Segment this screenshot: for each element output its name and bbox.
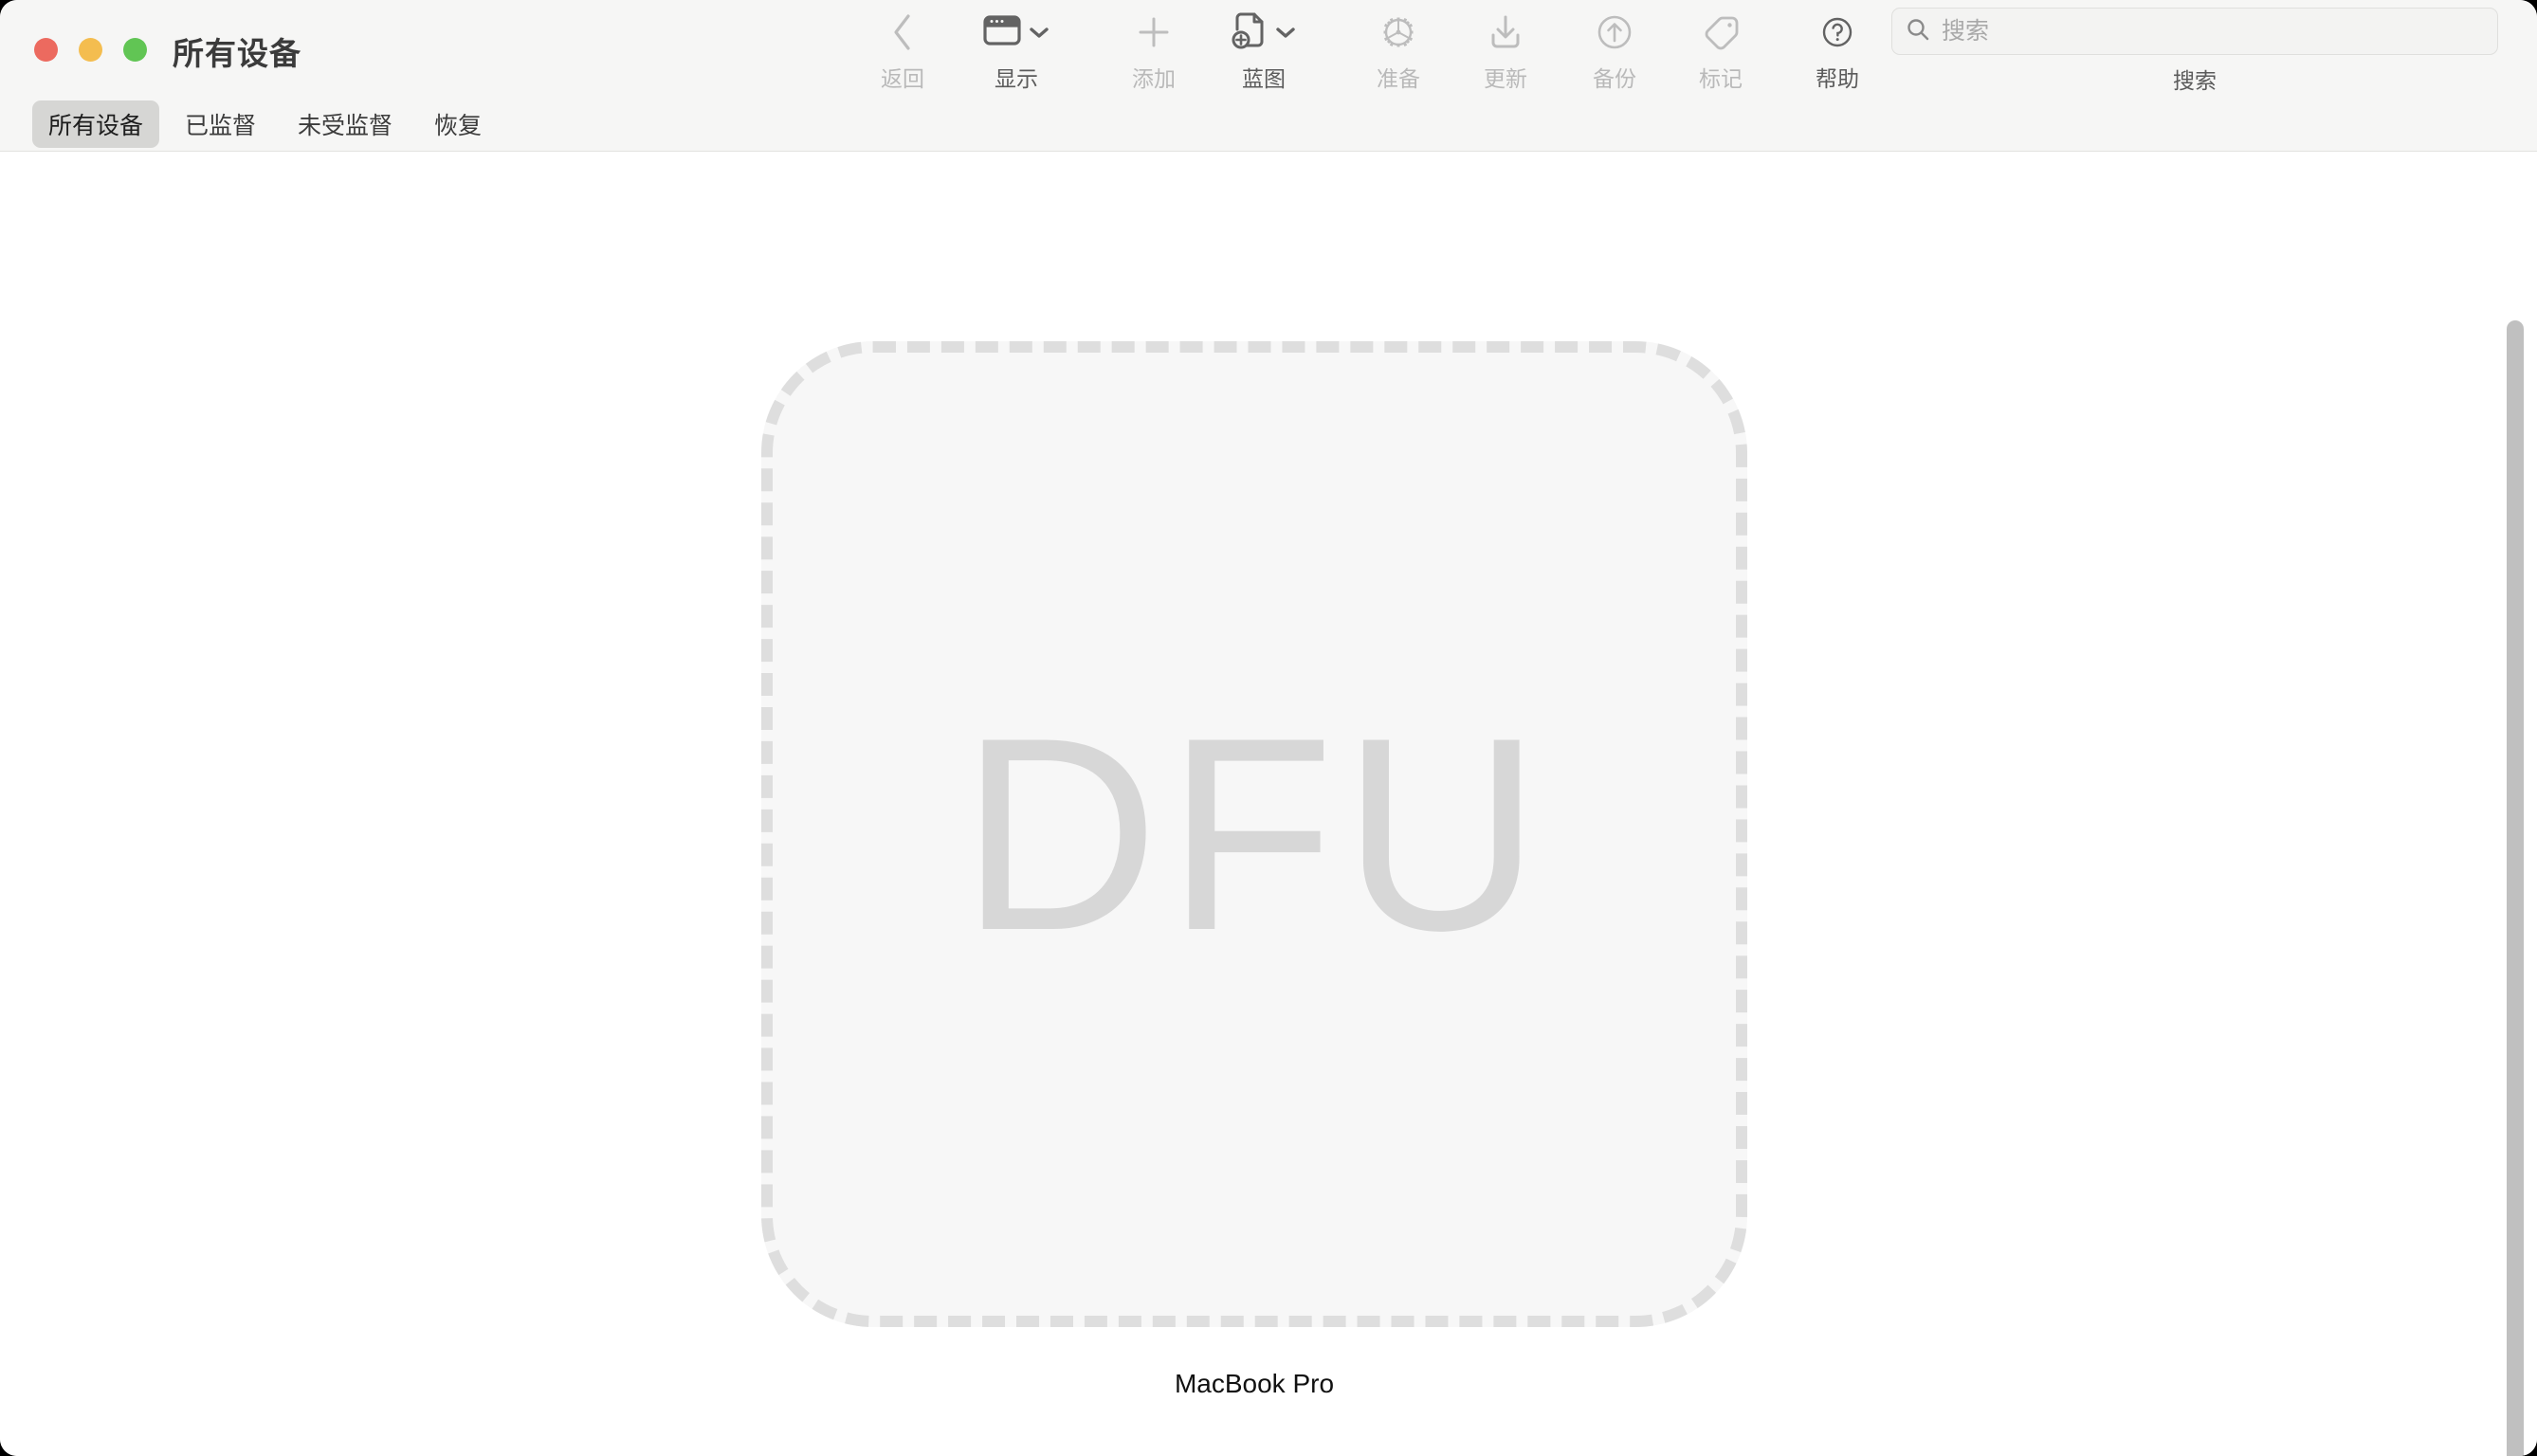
- tag-icon: [1700, 8, 1742, 57]
- toolbar-button-add[interactable]: 添加: [1097, 8, 1211, 93]
- app-window: 所有设备 返回 显示 添加 蓝图 准备 更新 备份 标记 帮助 搜索 搜索 所有…: [0, 0, 2537, 1456]
- question-circle-icon: [1819, 8, 1855, 57]
- device-item[interactable]: DFU MacBook Pro: [761, 341, 1747, 1399]
- document-plus-icon: [1232, 10, 1268, 55]
- search-input[interactable]: [1942, 17, 2484, 46]
- window-view-icon: [983, 14, 1021, 51]
- download-tray-icon: [1488, 8, 1524, 57]
- toolbar-button-backup[interactable]: 备份: [1558, 8, 1671, 93]
- toolbar-button-blueprint[interactable]: 蓝图: [1207, 8, 1321, 93]
- toolbar-label-blueprint: 蓝图: [1242, 66, 1286, 91]
- chevron-down-icon[interactable]: [1029, 26, 1049, 39]
- device-thumbnail[interactable]: DFU: [761, 341, 1747, 1327]
- toolbar-label-tag: 标记: [1699, 66, 1743, 91]
- toolbar-label-back: 返回: [881, 66, 924, 91]
- toolbar-button-update[interactable]: 更新: [1449, 8, 1562, 93]
- toolbar-label-prepare: 准备: [1377, 66, 1420, 91]
- toolbar-label-add: 添加: [1132, 66, 1176, 91]
- vertical-scrollbar[interactable]: [2505, 305, 2531, 1456]
- toolbar-label-backup: 备份: [1593, 66, 1636, 91]
- search-area: 搜索: [1891, 8, 2498, 95]
- close-window-button[interactable]: [34, 38, 58, 62]
- plus-icon: [1136, 8, 1172, 57]
- toolbar-label-view: 显示: [995, 66, 1038, 91]
- chevron-down-icon[interactable]: [1275, 26, 1296, 39]
- toolbar-button-prepare[interactable]: 准备: [1342, 8, 1455, 93]
- toolbar: 所有设备 返回 显示 添加 蓝图 准备 更新 备份 标记 帮助 搜索 搜索 所有…: [0, 0, 2537, 152]
- window-title: 所有设备: [173, 36, 301, 71]
- toolbar-button-view[interactable]: 显示: [959, 8, 1073, 93]
- tab-unsupervised[interactable]: 未受监督: [282, 100, 409, 148]
- window-controls: [34, 38, 147, 62]
- minimize-window-button[interactable]: [79, 38, 102, 62]
- scrollbar-thumb[interactable]: [2507, 320, 2524, 1456]
- toolbar-label-help: 帮助: [1816, 66, 1859, 91]
- gear-icon: [1378, 8, 1418, 57]
- search-field[interactable]: [1891, 8, 2498, 55]
- toolbar-label-update: 更新: [1484, 66, 1527, 91]
- device-name-label: MacBook Pro: [1174, 1369, 1335, 1398]
- search-label: 搜索: [2173, 68, 2217, 93]
- device-status-text: DFU: [959, 681, 1548, 988]
- zoom-window-button[interactable]: [123, 38, 147, 62]
- device-grid: DFU MacBook Pro: [0, 152, 2537, 1456]
- tab-bar: 所有设备 已监督 未受监督 恢复: [0, 98, 2537, 151]
- toolbar-button-tag[interactable]: 标记: [1664, 8, 1778, 93]
- chevron-left-icon: [890, 8, 915, 57]
- tab-all-devices[interactable]: 所有设备: [32, 100, 160, 148]
- toolbar-button-help[interactable]: 帮助: [1780, 8, 1894, 93]
- search-icon: [1906, 17, 1930, 46]
- tab-supervised[interactable]: 已监督: [169, 100, 272, 148]
- toolbar-button-back[interactable]: 返回: [846, 8, 959, 93]
- arrow-up-circle-icon: [1595, 8, 1634, 57]
- tab-recovery[interactable]: 恢复: [418, 100, 498, 148]
